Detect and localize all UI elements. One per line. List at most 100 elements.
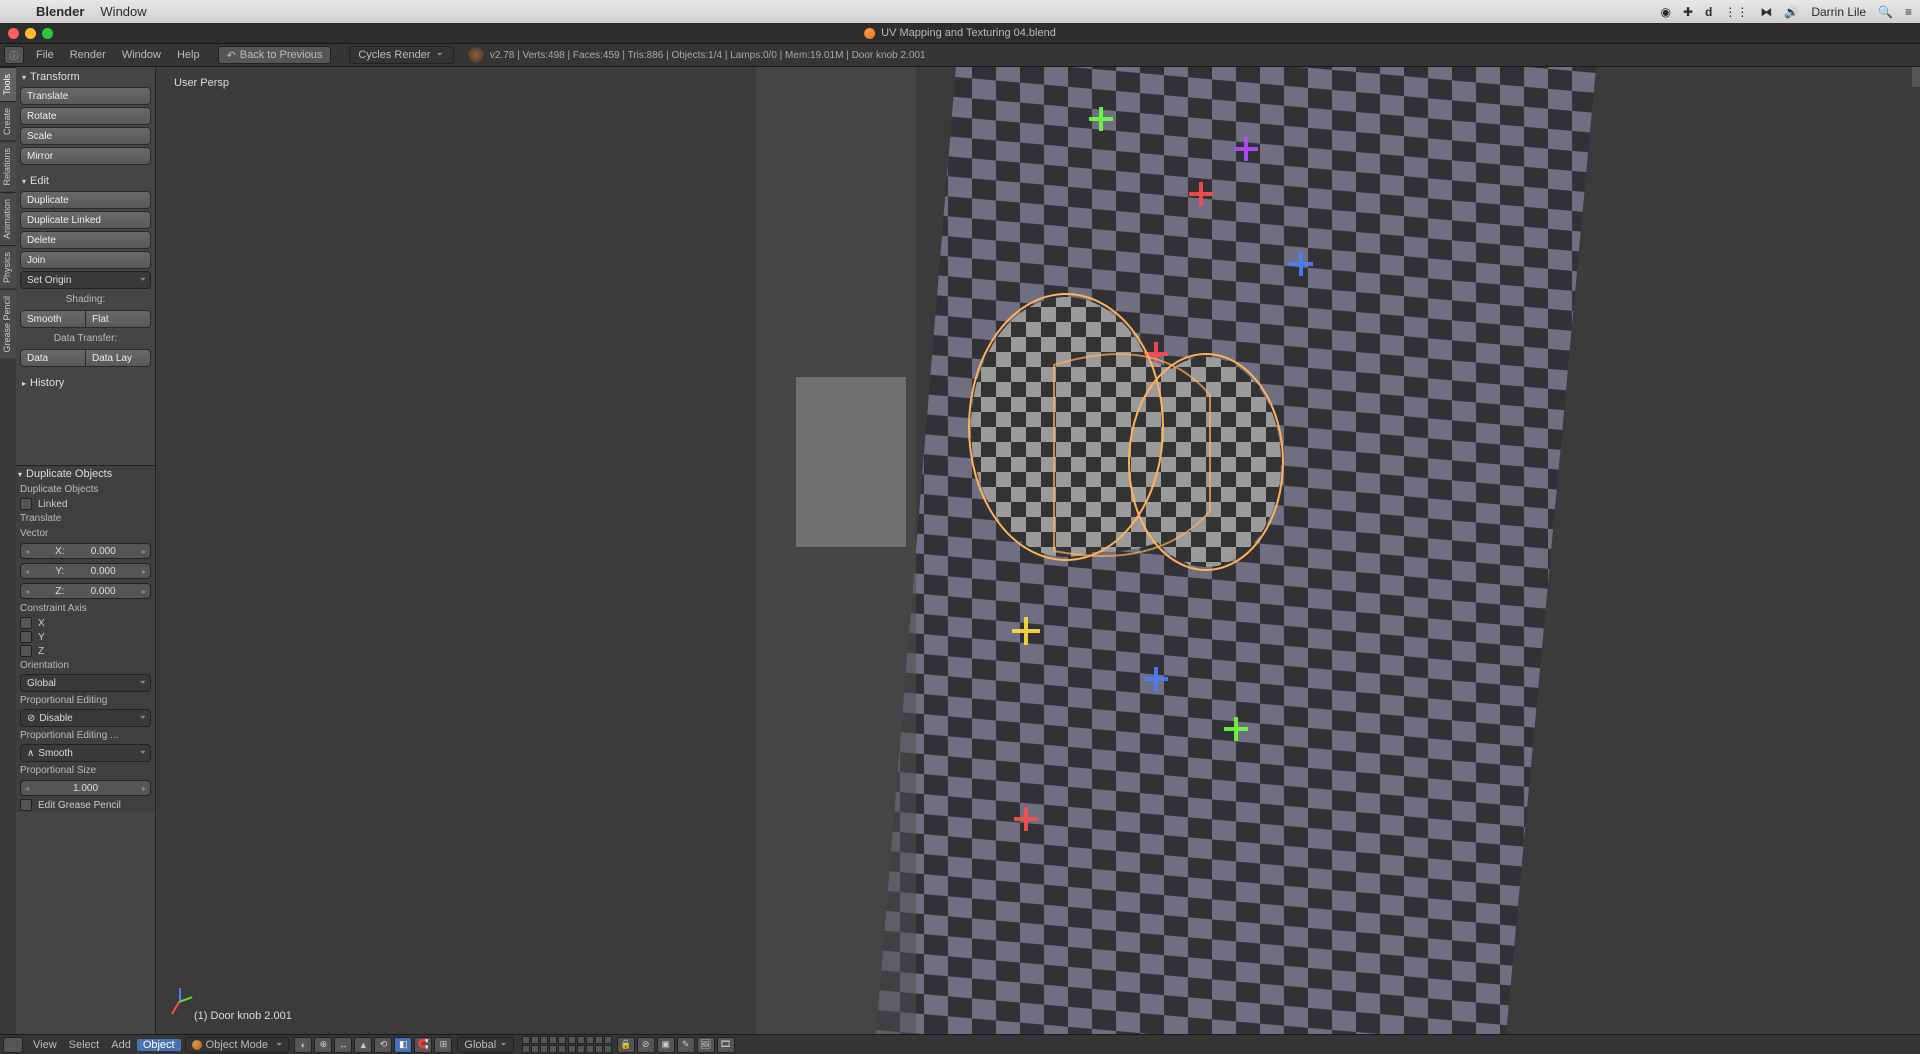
status-d-icon[interactable]: d — [1705, 5, 1712, 19]
scene-layers[interactable] — [522, 1036, 612, 1053]
opengl-render-still-button[interactable]: 🖼 — [697, 1037, 715, 1053]
vector-y-field[interactable]: ◂Y:0.000▸ — [20, 563, 151, 579]
manipulator-toggle-button[interactable]: ↔ — [334, 1037, 352, 1053]
mac-user[interactable]: Darrin Lile — [1811, 5, 1866, 19]
back-to-previous-button[interactable]: ↶ Back to Previous — [218, 46, 332, 64]
constraint-x-checkbox[interactable] — [20, 617, 32, 629]
pivot-point-button[interactable]: ⊕ — [314, 1037, 332, 1053]
x-label: X: — [55, 546, 64, 557]
tab-tools[interactable]: Tools — [0, 67, 16, 101]
prop-edit-select[interactable]: ⊘Disable — [20, 709, 151, 727]
vector-z-field[interactable]: ◂Z:0.000▸ — [20, 583, 151, 599]
menu-file[interactable]: File — [28, 49, 62, 61]
x-value: 0.000 — [91, 546, 116, 557]
lock-camera-button[interactable]: 🔒 — [617, 1037, 635, 1053]
join-button[interactable]: Join — [20, 251, 151, 269]
gpencil-button[interactable]: ✎ — [677, 1037, 695, 1053]
viewport-editor-type-selector[interactable] — [3, 1037, 23, 1053]
mirror-button[interactable]: Mirror — [20, 147, 151, 165]
constraint-y-checkbox[interactable] — [20, 631, 32, 643]
rotate-button[interactable]: Rotate — [20, 107, 151, 125]
prop-size-field[interactable]: ◂1.000▸ — [20, 780, 151, 796]
3d-viewport[interactable]: User Persp (1) Door knob 2.001 — [156, 67, 1920, 1034]
render-progress-icon[interactable] — [468, 47, 484, 63]
operator-subtitle: Duplicate Objects — [16, 482, 155, 497]
minimize-window-button[interactable] — [25, 28, 36, 39]
mode-label: Object Mode — [206, 1039, 268, 1051]
opengl-render-anim-button[interactable]: 🎞 — [717, 1037, 735, 1053]
manipulator-translate-button[interactable]: ▲ — [354, 1037, 372, 1053]
duplicate-button[interactable]: Duplicate — [20, 191, 151, 209]
snap-element-button[interactable]: ⊞ — [434, 1037, 452, 1053]
3d-scene-render — [156, 67, 1920, 1034]
prop-edit-value: Disable — [39, 713, 72, 724]
scale-button[interactable]: Scale — [20, 127, 151, 145]
shading-flat-button[interactable]: Flat — [86, 310, 151, 328]
set-origin-select[interactable]: Set Origin — [20, 271, 151, 289]
linked-checkbox[interactable] — [20, 498, 32, 510]
translate-button[interactable]: Translate — [20, 87, 151, 105]
transform-orientation-select[interactable]: Global — [457, 1037, 513, 1053]
proportional-edit-button[interactable]: ⊘ — [637, 1037, 655, 1053]
bluetooth-icon[interactable]: ⧓ — [1760, 5, 1772, 19]
mac-menu-window[interactable]: Window — [100, 4, 146, 19]
prop-fall-value: Smooth — [38, 748, 72, 759]
interaction-mode-select[interactable]: Object Mode — [185, 1037, 290, 1053]
duplicate-linked-button[interactable]: Duplicate Linked — [20, 211, 151, 229]
edit-gp-checkbox[interactable] — [20, 799, 32, 811]
operator-panel: Duplicate Objects Duplicate Objects Link… — [16, 465, 155, 812]
vp-menu-view[interactable]: View — [27, 1039, 63, 1051]
spotlight-icon[interactable]: 🔍 — [1878, 5, 1893, 19]
translate-label: Translate — [16, 511, 155, 526]
panel-edit-header[interactable]: Edit — [20, 173, 151, 189]
n-panel-expand-grip[interactable] — [1912, 67, 1920, 87]
vector-x-field[interactable]: ◂X:0.000▸ — [20, 543, 151, 559]
tab-physics[interactable]: Physics — [0, 245, 16, 289]
back-arrow-icon: ↶ — [227, 49, 236, 62]
render-engine-select[interactable]: Cycles Render — [349, 46, 454, 64]
vp-menu-object[interactable]: Object — [137, 1039, 181, 1051]
manipulator-rotate-button[interactable]: ⟲ — [374, 1037, 392, 1053]
vp-menu-select[interactable]: Select — [63, 1039, 106, 1051]
zoom-window-button[interactable] — [42, 28, 53, 39]
data-transfer-subheader: Data Transfer: — [20, 330, 151, 347]
vp-menu-add[interactable]: Add — [105, 1039, 137, 1051]
cy-label: Y — [38, 632, 45, 643]
shading-subheader: Shading: — [20, 291, 151, 308]
info-editor-type-selector[interactable]: ⓘ — [4, 46, 24, 64]
viewport-shading-button[interactable]: ◐ — [294, 1037, 312, 1053]
app-name[interactable]: Blender — [36, 4, 84, 19]
orientation-label-vp: Global — [464, 1039, 496, 1051]
data-lay-button[interactable]: Data Lay — [86, 349, 151, 367]
tab-grease-pencil[interactable]: Grease Pencil — [0, 289, 16, 359]
shading-smooth-button[interactable]: Smooth — [20, 310, 86, 328]
mac-menubar: Blender Window ◉ ✚ d ⋮⋮ ⧓ 🔊 Darrin Lile … — [0, 0, 1920, 23]
panel-transform-header[interactable]: Transform — [20, 69, 151, 85]
panel-history-header[interactable]: History — [20, 375, 151, 391]
operator-title[interactable]: Duplicate Objects — [16, 466, 155, 482]
constraint-axis-label: Constraint Axis — [16, 601, 155, 616]
volume-icon[interactable]: 🔊 — [1784, 5, 1799, 19]
apple-logo-icon[interactable] — [8, 4, 24, 20]
data-button[interactable]: Data — [20, 349, 86, 367]
tab-animation[interactable]: Animation — [0, 192, 16, 245]
menu-window[interactable]: Window — [114, 49, 169, 61]
tab-create[interactable]: Create — [0, 101, 16, 141]
manipulator-scale-button[interactable]: ◧ — [394, 1037, 412, 1053]
render-border-button[interactable]: ▣ — [657, 1037, 675, 1053]
status-plus-icon[interactable]: ✚ — [1683, 5, 1693, 19]
orientation-select[interactable]: Global — [20, 674, 151, 692]
delete-button[interactable]: Delete — [20, 231, 151, 249]
status-eye-icon[interactable]: ◉ — [1661, 5, 1671, 19]
back-label: Back to Previous — [240, 49, 323, 61]
close-window-button[interactable] — [8, 28, 19, 39]
menu-help[interactable]: Help — [169, 49, 208, 61]
snap-toggle-button[interactable]: 🧲 — [414, 1037, 432, 1053]
menu-icon[interactable]: ≡ — [1905, 5, 1912, 19]
viewport-header: View Select Add Object Object Mode ◐ ⊕ ↔… — [0, 1034, 1920, 1054]
tab-relations[interactable]: Relations — [0, 141, 16, 192]
constraint-z-checkbox[interactable] — [20, 645, 32, 657]
wifi-icon[interactable]: ⋮⋮ — [1724, 5, 1748, 19]
prop-fall-select[interactable]: ∧Smooth — [20, 744, 151, 762]
menu-render[interactable]: Render — [62, 49, 114, 61]
